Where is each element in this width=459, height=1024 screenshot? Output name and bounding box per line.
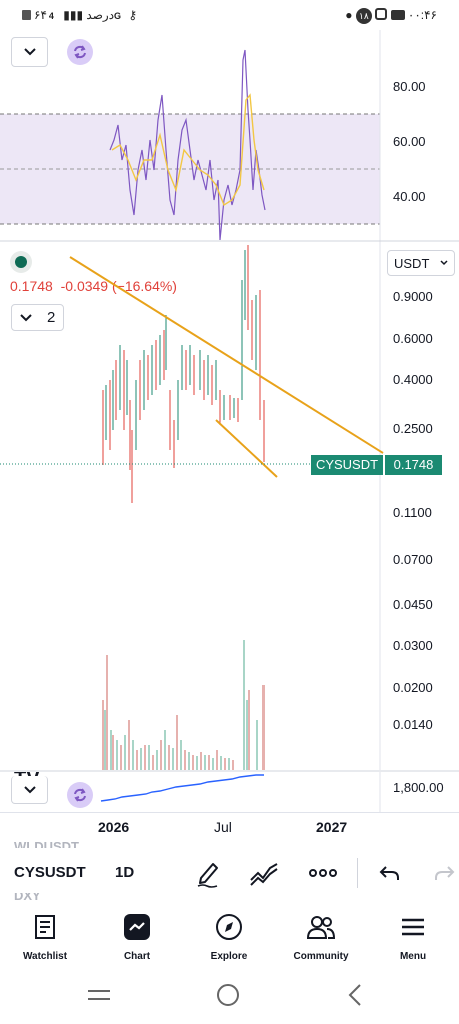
symbol-price-tag: CYSUSDT [311, 455, 383, 475]
back-icon [348, 984, 361, 1006]
signal-icon: ▮▮▮ [63, 8, 84, 22]
nav-menu-label: Menu [399, 951, 427, 962]
nav-menu[interactable]: Menu [368, 911, 458, 962]
rsi-tick-40: 40.00 [393, 189, 426, 204]
more-button[interactable] [308, 863, 338, 883]
compass-icon [216, 914, 242, 940]
ghost-symbol-below: DXY [14, 893, 41, 903]
dot-icon: ● [345, 8, 353, 22]
compare-chart [100, 772, 381, 812]
toolbar-divider [357, 858, 358, 888]
compare-tick: 1,800.00 [393, 780, 444, 795]
nav-chart-label: Chart [123, 951, 151, 962]
rsi-tick-80: 80.00 [393, 79, 426, 94]
price-tick-6: 0.0450 [393, 597, 433, 612]
status-bar: ۶۴درصد ▮▮▮ 4G ⚷ ● ۱۸ ۰۰:۴۶ [0, 0, 459, 30]
lower-trendline [215, 419, 278, 478]
time-label-2026: 2026 [98, 819, 130, 835]
instagram-icon [375, 8, 388, 20]
bottom-nav: Watchlist Chart Explore Community Menu [0, 905, 459, 965]
undo-button[interactable] [378, 863, 402, 883]
price-tick-7: 0.0300 [393, 638, 433, 653]
price-tick-3: 0.2500 [393, 421, 433, 436]
undo-icon [379, 866, 399, 880]
more-icon [309, 869, 337, 877]
nav-watchlist-label: Watchlist [22, 951, 68, 962]
price-tick-9: 0.0140 [393, 717, 433, 732]
home-icon [217, 984, 239, 1006]
time-label-2027: 2027 [316, 819, 348, 835]
status-left: ۶۴درصد ▮▮▮ 4G ⚷ [22, 8, 137, 22]
redo-button[interactable] [432, 863, 456, 883]
recents-button[interactable] [86, 985, 112, 1005]
chart-icon [124, 914, 150, 940]
interval-button[interactable]: 1D [115, 864, 134, 881]
draw-tool-button[interactable] [195, 858, 221, 888]
community-icon [306, 916, 336, 939]
home-button[interactable] [216, 983, 240, 1007]
time-label-jul: Jul [214, 819, 232, 835]
price-tick-2: 0.4000 [393, 372, 433, 387]
last-price-tag: 0.1748 [385, 455, 442, 475]
symbol-search-button[interactable]: CYSUSDT [14, 864, 86, 881]
clock-time: ۰۰:۴۶ [407, 8, 437, 22]
back-button[interactable] [346, 983, 364, 1007]
rsi-indicator-chart [0, 30, 459, 242]
recents-icon [88, 990, 110, 1000]
battery-icon [22, 10, 31, 20]
indicators-button[interactable] [248, 860, 280, 888]
compare-line [100, 774, 264, 802]
price-tick-1: 0.6000 [393, 331, 433, 346]
rsi-tick-60: 60.00 [393, 134, 426, 149]
ghost-symbol-above: WLDUSDT [14, 839, 79, 848]
price-tick-0: 0.9000 [393, 289, 433, 304]
notification-count: ۱۸ [355, 8, 372, 24]
upper-trendline [69, 256, 384, 454]
price-chart [0, 242, 459, 772]
menu-icon [402, 918, 424, 936]
nav-community-label: Community [293, 951, 349, 962]
nav-explore[interactable]: Explore [184, 911, 274, 962]
redo-icon [435, 866, 455, 880]
watchlist-icon [35, 915, 55, 939]
status-right: ● ۱۸ ۰۰:۴۶ [345, 8, 437, 24]
key-icon: ⚷ [128, 8, 138, 22]
youtube-icon [390, 10, 405, 20]
indicators-icon [250, 863, 278, 886]
volume-bars [102, 640, 265, 770]
nav-chart[interactable]: Chart [92, 911, 182, 962]
nav-community[interactable]: Community [276, 911, 366, 962]
price-tick-5: 0.0700 [393, 552, 433, 567]
nav-watchlist[interactable]: Watchlist [0, 911, 90, 962]
nav-explore-label: Explore [210, 951, 248, 962]
system-nav-bar [0, 975, 459, 1024]
price-tick-8: 0.0200 [393, 680, 433, 695]
pen-icon [197, 863, 218, 888]
price-tick-4: 0.1100 [393, 505, 432, 520]
